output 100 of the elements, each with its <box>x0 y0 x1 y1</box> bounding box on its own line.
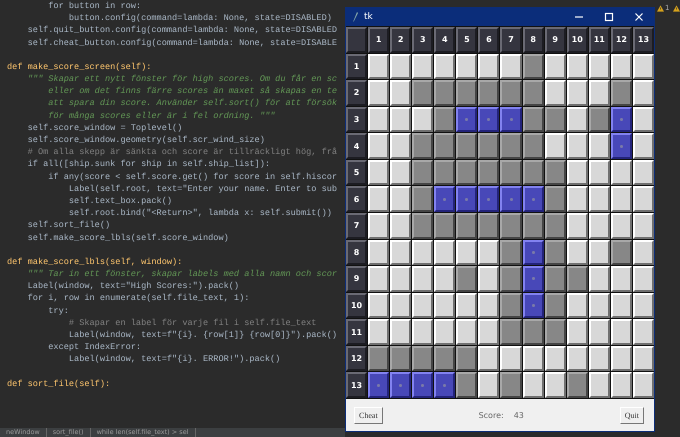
miss-cell[interactable] <box>544 160 566 186</box>
miss-cell[interactable] <box>412 346 434 372</box>
grid-cell-button[interactable] <box>588 292 610 318</box>
miss-cell[interactable] <box>456 266 478 292</box>
miss-cell[interactable] <box>610 240 632 266</box>
miss-cell[interactable] <box>522 106 544 132</box>
grid-cell-button[interactable] <box>566 106 588 132</box>
miss-cell[interactable] <box>434 212 456 239</box>
grid-cell-button[interactable] <box>610 160 632 186</box>
grid-cell-button[interactable] <box>434 54 456 80</box>
grid-cell-button[interactable] <box>610 266 632 292</box>
miss-cell[interactable] <box>522 54 544 80</box>
hit-cell[interactable] <box>434 186 456 212</box>
miss-cell[interactable] <box>566 266 588 292</box>
miss-cell[interactable] <box>456 212 478 239</box>
grid-cell-button[interactable] <box>610 319 632 345</box>
miss-cell[interactable] <box>544 266 566 292</box>
miss-cell[interactable] <box>566 372 588 398</box>
miss-cell[interactable] <box>522 80 544 106</box>
miss-cell[interactable] <box>412 133 434 159</box>
grid-cell-button[interactable] <box>456 292 478 318</box>
grid-cell-button[interactable] <box>566 133 588 159</box>
grid-cell-button[interactable] <box>390 106 412 132</box>
miss-cell[interactable] <box>412 160 434 186</box>
grid-cell-button[interactable] <box>632 266 654 292</box>
grid-cell-button[interactable] <box>390 160 412 186</box>
miss-cell[interactable] <box>412 80 434 106</box>
grid-cell-button[interactable] <box>588 80 610 106</box>
grid-cell-button[interactable] <box>566 80 588 106</box>
miss-cell[interactable] <box>434 133 456 159</box>
miss-cell[interactable] <box>434 160 456 186</box>
hit-cell[interactable] <box>500 186 522 212</box>
maximize-icon[interactable] <box>604 12 614 22</box>
miss-cell[interactable] <box>500 212 522 239</box>
grid-cell-button[interactable] <box>412 266 434 292</box>
grid-cell-button[interactable] <box>588 54 610 80</box>
miss-cell[interactable] <box>544 186 566 212</box>
grid-cell-button[interactable] <box>478 292 500 318</box>
quit-button[interactable]: Quit <box>620 406 644 424</box>
hit-cell[interactable] <box>478 186 500 212</box>
grid-cell-button[interactable] <box>390 212 412 239</box>
grid-cell-button[interactable] <box>632 240 654 266</box>
grid-cell-button[interactable] <box>368 292 390 318</box>
miss-cell[interactable] <box>522 319 544 345</box>
cheat-button[interactable]: Cheat <box>354 406 383 424</box>
hit-cell[interactable] <box>412 372 434 398</box>
miss-cell[interactable] <box>478 160 500 186</box>
grid-cell-button[interactable] <box>610 346 632 372</box>
miss-cell[interactable] <box>610 80 632 106</box>
grid-cell-button[interactable] <box>412 106 434 132</box>
miss-cell[interactable] <box>500 292 522 318</box>
grid-cell-button[interactable] <box>412 319 434 345</box>
grid-cell-button[interactable] <box>610 372 632 398</box>
grid-cell-button[interactable] <box>544 80 566 106</box>
grid-cell-button[interactable] <box>390 266 412 292</box>
hit-cell[interactable] <box>390 372 412 398</box>
grid-cell-button[interactable] <box>390 80 412 106</box>
hit-cell[interactable] <box>500 106 522 132</box>
hit-cell[interactable] <box>522 240 544 266</box>
miss-cell[interactable] <box>500 266 522 292</box>
miss-cell[interactable] <box>544 292 566 318</box>
grid-cell-button[interactable] <box>478 346 500 372</box>
grid-cell-button[interactable] <box>632 160 654 186</box>
miss-cell[interactable] <box>456 372 478 398</box>
miss-cell[interactable] <box>500 372 522 398</box>
grid-cell-button[interactable] <box>610 186 632 212</box>
miss-cell[interactable] <box>500 133 522 159</box>
grid-cell-button[interactable] <box>588 319 610 345</box>
grid-cell-button[interactable] <box>368 212 390 239</box>
grid-cell-button[interactable] <box>632 133 654 159</box>
grid-cell-button[interactable] <box>632 212 654 239</box>
hit-cell[interactable] <box>456 186 478 212</box>
miss-cell[interactable] <box>522 133 544 159</box>
grid-cell-button[interactable] <box>368 266 390 292</box>
grid-cell-button[interactable] <box>544 54 566 80</box>
grid-cell-button[interactable] <box>522 346 544 372</box>
grid-cell-button[interactable] <box>390 133 412 159</box>
grid-cell-button[interactable] <box>478 266 500 292</box>
grid-cell-button[interactable] <box>632 319 654 345</box>
miss-cell[interactable] <box>434 106 456 132</box>
grid-cell-button[interactable] <box>412 292 434 318</box>
hit-cell[interactable] <box>456 106 478 132</box>
grid-cell-button[interactable] <box>588 133 610 159</box>
miss-cell[interactable] <box>478 80 500 106</box>
miss-cell[interactable] <box>368 346 390 372</box>
grid-cell-button[interactable] <box>566 319 588 345</box>
grid-cell-button[interactable] <box>478 372 500 398</box>
miss-cell[interactable] <box>412 186 434 212</box>
grid-cell-button[interactable] <box>500 346 522 372</box>
grid-cell-button[interactable] <box>456 54 478 80</box>
grid-cell-button[interactable] <box>368 186 390 212</box>
grid-cell-button[interactable] <box>412 240 434 266</box>
grid-cell-button[interactable] <box>632 106 654 132</box>
close-icon[interactable] <box>634 12 644 22</box>
miss-cell[interactable] <box>544 240 566 266</box>
grid-cell-button[interactable] <box>588 160 610 186</box>
grid-cell-button[interactable] <box>456 319 478 345</box>
miss-cell[interactable] <box>522 212 544 239</box>
grid-cell-button[interactable] <box>544 372 566 398</box>
hit-cell[interactable] <box>522 292 544 318</box>
